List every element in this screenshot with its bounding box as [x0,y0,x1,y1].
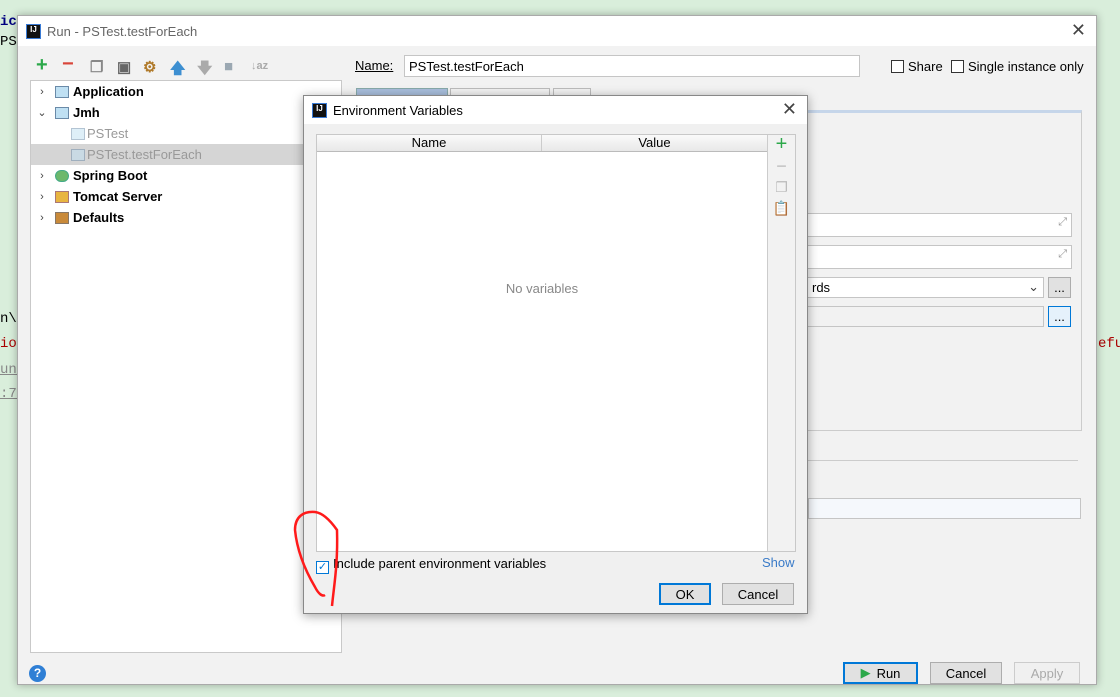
red-annotation-circle [293,510,339,607]
environment-variables-dialog: IJ Environment Variables ✕ Name Value No… [303,95,808,614]
apply-button[interactable]: Apply [1014,662,1080,684]
tree-item-label: Defaults [73,210,125,225]
dialog-title: Environment Variables [333,102,463,118]
config-icon [71,148,85,161]
save-icon[interactable]: ▣ [117,58,131,76]
chevron-right-icon[interactable]: › [35,191,49,203]
chevron-right-icon[interactable]: › [35,170,49,182]
tree-item-label: Application [73,84,144,99]
divider [808,460,1078,461]
config-icon [55,85,69,98]
title-bar: IJ Environment Variables ✕ [304,96,807,124]
bg-code: n\ [0,311,17,327]
run-label: Run [876,665,901,681]
share-label: Share [908,59,943,74]
before-launch-field[interactable] [808,498,1081,519]
copy-icon[interactable]: ❐ [768,179,795,196]
wrench-icon [55,211,69,224]
name-input[interactable] [404,55,860,77]
expand-icon[interactable]: ⤢ [1058,216,1067,229]
copy-icon[interactable]: ❐ [90,58,103,76]
tomcat-icon [55,190,69,203]
annotation-stroke [293,510,339,607]
program-arguments-field[interactable]: ⤢ [788,245,1072,269]
single-instance-checkbox[interactable]: Single instance only [951,59,1084,74]
sort-icon[interactable]: ↓az [251,60,268,72]
tree-item-tomcat-server[interactable]: › Tomcat Server [31,186,341,207]
tree-item-label: Spring Boot [73,168,148,183]
tree-item-pstest-testforeach[interactable]: PSTest.testForEach [31,144,341,165]
environment-browse-button[interactable]: ... [1048,306,1071,327]
ok-button[interactable]: OK [659,583,711,605]
chevron-down-icon[interactable]: ⌄ [1028,279,1039,295]
browse-button[interactable]: ... [1048,277,1071,298]
spring-boot-icon [55,169,69,182]
name-label: Name: [355,58,394,73]
cancel-button[interactable]: Cancel [930,662,1002,684]
close-icon[interactable]: ✕ [1071,20,1086,41]
show-link[interactable]: Show [762,555,795,570]
tree-item-label: PSTest.testForEach [87,147,202,162]
folder-icon[interactable]: ■ [224,58,233,75]
working-directory-dropdown[interactable]: rds ⌄ [788,277,1044,298]
checkbox-icon[interactable] [891,60,904,73]
variables-table: Name Value No variables + − ❐ 📋 [316,133,796,552]
tree-item-application[interactable]: › Application [31,81,341,102]
help-icon[interactable]: ? [29,665,46,682]
intellij-logo-icon: IJ [26,23,41,39]
tree-item-label: Jmh [73,105,100,120]
share-checkbox[interactable]: Share [891,59,943,74]
tree-item-defaults[interactable]: › Defaults [31,207,341,228]
run-button[interactable]: ▶ Run [843,662,918,684]
play-icon: ▶ [860,665,871,680]
tree-item-label: Tomcat Server [73,189,163,204]
close-icon[interactable]: ✕ [782,99,797,120]
empty-text: No variables [505,281,579,296]
add-icon[interactable]: + [36,54,48,77]
chevron-down-icon[interactable]: ⌄ [35,106,49,119]
title-bar: IJ Run - PSTest.testForEach ✕ [18,16,1096,46]
vm-options-field[interactable]: ⤢ [788,213,1072,237]
tree-item-spring-boot[interactable]: › Spring Boot [31,165,341,186]
intellij-logo-icon: IJ [312,102,327,118]
config-icon [71,127,85,140]
cancel-button[interactable]: Cancel [722,583,794,605]
remove-icon[interactable]: − [62,53,74,76]
table-header: Name Value [317,135,767,152]
table-toolbar: + − ❐ 📋 [767,133,795,551]
column-header-name[interactable]: Name [317,135,542,151]
paste-icon[interactable]: 📋 [768,200,795,217]
config-icon [55,106,69,119]
add-icon[interactable]: + [768,133,795,156]
dialog-title: Run - PSTest.testForEach [47,23,198,39]
tree-item-label: PSTest [87,126,129,141]
remove-icon[interactable]: − [768,156,795,177]
tree-item-jmh[interactable]: ⌄ Jmh [31,102,341,123]
checkbox-icon[interactable] [951,60,964,73]
environment-variables-field[interactable] [788,306,1044,327]
column-header-value[interactable]: Value [542,135,767,151]
single-instance-label: Single instance only [968,59,1084,74]
bg-code: eful [1098,336,1120,352]
chevron-right-icon[interactable]: › [35,212,49,224]
expand-icon[interactable]: ⤢ [1058,248,1067,261]
bg-code: ic [0,14,17,30]
dropdown-value: rds [812,280,831,295]
wrench-icon[interactable]: ⚙ [143,58,156,76]
tree-item-pstest[interactable]: PSTest [31,123,341,144]
chevron-right-icon[interactable]: › [35,86,49,98]
